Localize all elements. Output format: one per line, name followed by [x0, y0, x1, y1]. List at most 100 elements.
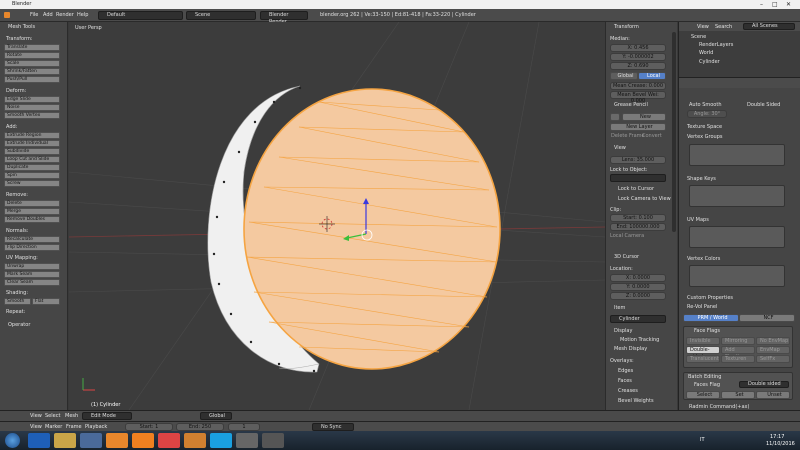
maximize-icon[interactable]: □ [772, 0, 778, 9]
set-button[interactable]: Set [721, 391, 755, 399]
marker-menu[interactable]: Marker [45, 424, 62, 430]
outliner-world[interactable]: World [699, 50, 713, 56]
vertex-groups-list[interactable] [689, 144, 785, 166]
app-icon[interactable] [184, 433, 206, 448]
subdivide-button[interactable]: Subdivide [4, 148, 60, 155]
scene-selector[interactable]: Scene [186, 11, 256, 20]
new-layer-button[interactable]: New Layer [610, 123, 666, 131]
loop-cut-button[interactable]: Loop Cut and Slide [4, 156, 60, 163]
double-sided-flag[interactable]: Double-sided [686, 346, 720, 360]
extrude-region-button[interactable]: Extrude Region [4, 132, 60, 139]
smooth-vertex-button[interactable]: Smooth Vertex [4, 112, 60, 119]
outliner-display-mode[interactable]: All Scenes [743, 23, 795, 30]
flat-button[interactable]: Flat [32, 298, 60, 305]
motion-tracking-title[interactable]: Motion Tracking [620, 337, 659, 343]
add-shading-flag[interactable]: Add Shading [721, 346, 755, 360]
menu-help[interactable]: Help [77, 12, 88, 18]
spin-button[interactable]: Spin [4, 172, 60, 179]
mean-crease-field[interactable]: Mean Crease: 0.000 [610, 82, 666, 90]
clip-end-field[interactable]: End: 100000.000 [610, 223, 666, 231]
frame-menu[interactable]: Frame [66, 424, 82, 430]
faces-flag-label[interactable]: Faces Flag [694, 382, 720, 388]
edge-slide-button[interactable]: Edge Slide [4, 96, 60, 103]
pencil-icon[interactable] [610, 113, 620, 121]
screw-button[interactable]: Screw [4, 180, 60, 187]
npanel-scrollbar[interactable] [672, 32, 676, 232]
transform-panel-title[interactable]: Transform [614, 24, 639, 30]
language-indicator[interactable]: IT [700, 437, 705, 443]
bevel-weights-checkbox[interactable]: Bevel Weights [618, 398, 654, 404]
clip-start-field[interactable]: Start: 0.100 [610, 214, 666, 222]
unwrap-button[interactable]: Unwrap [4, 263, 60, 270]
properties-tabs[interactable] [679, 78, 800, 88]
explorer-icon[interactable] [54, 433, 76, 448]
clock-date[interactable]: 11/10/2016 [766, 441, 795, 447]
faces-flag-dropdown[interactable]: Double sided [739, 381, 789, 388]
no-envmap-flag[interactable]: No EnvMap [756, 337, 790, 345]
mesh-canvas[interactable] [69, 22, 605, 410]
unset-button[interactable]: Unset [756, 391, 790, 399]
mode-selector[interactable]: Edit Mode [82, 412, 132, 420]
median-z-field[interactable]: Z: 0.690 [610, 62, 666, 70]
app2-icon[interactable] [262, 433, 284, 448]
clock-time[interactable]: 17:17 [770, 434, 784, 440]
extrude-individual-button[interactable]: Extrude Individual [4, 140, 60, 147]
flip-direction-button[interactable]: Flip Direction [4, 244, 60, 251]
playback-menu[interactable]: Playback [85, 424, 107, 430]
texturen-flag[interactable]: Texturen [721, 355, 755, 363]
shape-keys-list[interactable] [689, 185, 785, 207]
current-frame-field[interactable]: 1 [228, 423, 260, 431]
cursor-x-field[interactable]: X: 0.0000 [610, 274, 666, 282]
orientation-selector[interactable]: Global [200, 412, 232, 420]
angle-field[interactable]: Angle: 30° [687, 110, 727, 118]
blender-icon[interactable] [106, 433, 128, 448]
outliner-view-menu[interactable]: View [697, 24, 709, 30]
custom-properties-title[interactable]: Custom Properties [687, 295, 733, 301]
outliner-search-menu[interactable]: Search [715, 24, 732, 30]
render-engine-selector[interactable]: Blender Render [260, 11, 308, 25]
convert-label[interactable]: Convert [642, 133, 662, 139]
ie-icon[interactable] [28, 433, 50, 448]
close-icon[interactable]: ✕ [786, 0, 791, 9]
recalculate-button[interactable]: Recalculate [4, 236, 60, 243]
view-panel-title[interactable]: View [614, 145, 626, 151]
merge-button[interactable]: Merge [4, 208, 60, 215]
face-flags-label[interactable]: Face Flags [694, 328, 720, 334]
start-button-icon[interactable] [5, 433, 20, 448]
local-toggle[interactable]: Local [638, 72, 666, 80]
vlc-icon[interactable] [132, 433, 154, 448]
median-y-field[interactable]: Y: -0.000002 [610, 53, 666, 61]
view-menu[interactable]: View [30, 413, 42, 419]
menu-file[interactable]: File [30, 12, 38, 18]
texture-space-title[interactable]: Texture Space [687, 124, 722, 130]
mark-seam-button[interactable]: Mark Seam [4, 271, 60, 278]
vertex-groups-title[interactable]: Vertex Groups [687, 134, 723, 140]
media-icon[interactable] [80, 433, 102, 448]
layout-selector[interactable]: Default [98, 11, 183, 20]
faces-checkbox[interactable]: Faces [618, 378, 632, 384]
double-sided-checkbox[interactable]: Double Sided [747, 102, 780, 108]
creases-checkbox[interactable]: Creases [618, 388, 638, 394]
end-frame-field[interactable]: End: 250 [176, 423, 224, 431]
chrome-icon[interactable] [158, 433, 180, 448]
lock-object-field[interactable] [610, 174, 666, 182]
outliner-render-layers[interactable]: RenderLayers [699, 42, 733, 48]
global-toggle[interactable]: Global [610, 72, 638, 80]
3d-viewport[interactable]: User Persp (1) Cylinder [69, 22, 605, 410]
edges-checkbox[interactable]: Edges [618, 368, 633, 374]
select-menu[interactable]: Select [45, 413, 60, 419]
grease-pencil-title[interactable]: Grease Pencil [614, 102, 648, 108]
shrink-fatten-button[interactable]: Shrink/Fatten [4, 68, 60, 75]
selffx-flag[interactable]: SelfFx [756, 355, 790, 363]
uv-maps-list[interactable] [689, 226, 785, 248]
menu-render[interactable]: Render [56, 12, 74, 18]
cursor-z-field[interactable]: Z: 0.0000 [610, 292, 666, 300]
menu-add[interactable]: Add [43, 12, 53, 18]
operator-panel[interactable]: Operator [8, 322, 30, 328]
select-button[interactable]: Select [686, 391, 720, 399]
translate-button[interactable]: Translate [4, 44, 60, 51]
translucent-flag[interactable]: Translucent [686, 355, 720, 363]
duplicate-button[interactable]: Duplicate [4, 164, 60, 171]
delete-frame-label[interactable]: Delete Frame [611, 133, 645, 139]
minimize-icon[interactable]: – [760, 0, 763, 9]
